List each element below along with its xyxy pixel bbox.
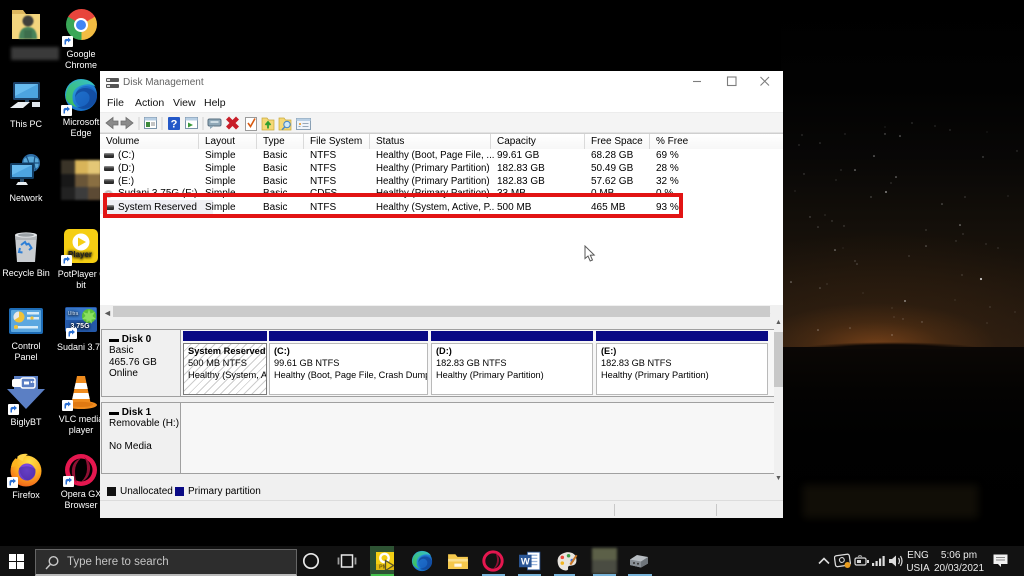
svg-text:W: W (521, 555, 530, 566)
svg-text:Ultra: Ultra (68, 311, 79, 317)
svg-text:?: ? (171, 119, 178, 131)
